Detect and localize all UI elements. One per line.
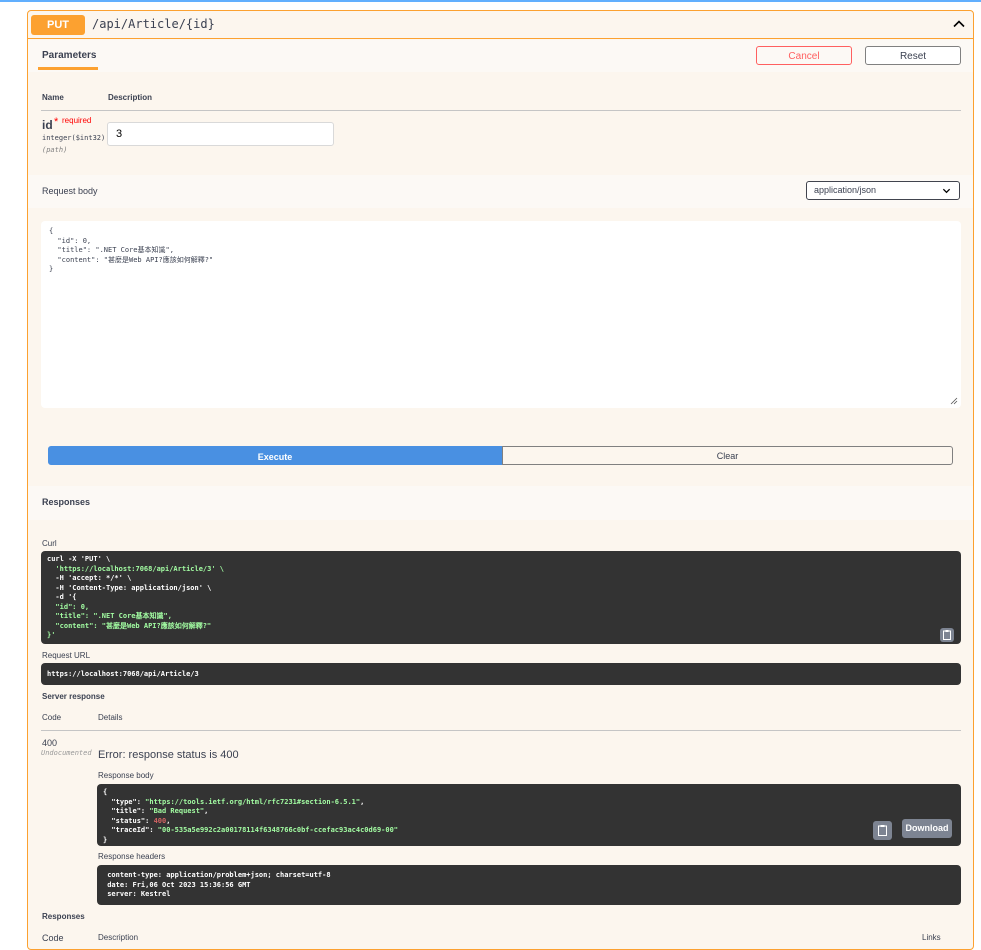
param-type: integer($int32) xyxy=(42,134,106,142)
json-value: "https://tools.ietf.org/html/rfc7231#sec… xyxy=(145,797,361,806)
required-star: * xyxy=(54,116,59,128)
error-message: Error: response status is 400 xyxy=(98,749,239,761)
response-headers-label: Response headers xyxy=(98,852,166,861)
operation-path: /api/Article/{id} xyxy=(92,17,215,31)
undocumented-label: Undocumented xyxy=(41,749,92,757)
col-header-name: Name xyxy=(42,93,64,102)
content-type-select[interactable]: application/json xyxy=(806,181,960,200)
col-header-code: Code xyxy=(42,933,64,943)
header-line: date: Fri,06 Oct 2023 15:36:56 GMT xyxy=(103,880,251,889)
header-line: server: Kestrel xyxy=(103,890,171,898)
json-value: "Bad Request" xyxy=(149,807,205,815)
curl-line: -H 'Content-Type: application/json' \ xyxy=(47,583,212,592)
status-code: 400 xyxy=(42,738,58,748)
col-header-links: Links xyxy=(922,933,941,942)
curl-line: }' xyxy=(47,631,56,639)
operation-block-put: PUT /api/Article/{id} Parameters Cancel … xyxy=(27,10,974,950)
body-line: "title": ".NET Core基本知識", xyxy=(49,246,174,254)
chevron-down-icon xyxy=(942,188,951,194)
request-body-label: Request body xyxy=(42,186,98,196)
body-line: } xyxy=(49,265,54,273)
json-value: "00-535a5e992c2a00178114f6348766c0bf-cce… xyxy=(157,826,399,834)
resize-handle-icon[interactable] xyxy=(950,397,958,405)
col-header-code: Code xyxy=(42,713,62,722)
json-value: 400 xyxy=(153,816,167,825)
cancel-button[interactable]: Cancel xyxy=(756,46,852,65)
curl-line: -d '{ xyxy=(47,593,77,601)
execute-button[interactable]: Execute xyxy=(48,446,502,465)
request-body-editor[interactable]: { "id": 0, "title": ".NET Core基本知識", "co… xyxy=(41,221,961,408)
curl-line: "title": ".NET Core基本知識", xyxy=(47,612,172,620)
curl-line: "id": 0, xyxy=(47,602,90,611)
param-name: id xyxy=(42,118,53,132)
method-badge: PUT xyxy=(31,15,85,35)
body-line: "id": 0, xyxy=(49,236,92,245)
response-headers-block[interactable]: content-type: application/problem+json; … xyxy=(97,865,961,905)
clipboard-icon xyxy=(878,825,887,836)
table-divider xyxy=(41,110,961,111)
responses-table-title: Responses xyxy=(42,912,85,921)
curl-line: "content": "甚麼是Web API?應該如何解釋?" xyxy=(47,621,212,630)
reset-button[interactable]: Reset xyxy=(865,46,961,65)
clear-button[interactable]: Clear xyxy=(502,446,953,465)
curl-line: -H 'accept: */*' \ xyxy=(47,574,132,582)
request-url-label: Request URL xyxy=(42,651,91,660)
operation-summary[interactable]: PUT /api/Article/{id} xyxy=(28,11,973,39)
request-url-block[interactable]: https://localhost:7068/api/Article/3 xyxy=(41,663,961,685)
body-line: { xyxy=(49,227,54,235)
col-header-description: Description xyxy=(108,93,153,102)
curl-code-block[interactable]: curl -X 'PUT' \ 'https://localhost:7068/… xyxy=(41,551,961,644)
curl-line: 'https://localhost:7068/api/Article/3' \ xyxy=(47,564,225,573)
body-line: "content": "甚麼是Web API?應該如何解釋?" xyxy=(49,255,214,264)
tab-parameters[interactable]: Parameters xyxy=(42,50,96,61)
server-response-label: Server response xyxy=(42,692,105,701)
responses-title: Responses xyxy=(42,497,91,507)
responses-header xyxy=(28,486,973,520)
download-button[interactable]: Download xyxy=(902,819,952,838)
copy-curl-button[interactable] xyxy=(940,628,954,642)
response-table-divider xyxy=(41,730,961,731)
response-body-block[interactable]: { "type": "https://tools.ietf.org/html/r… xyxy=(97,784,961,846)
param-location: (path) xyxy=(42,146,68,154)
top-divider xyxy=(0,0,981,2)
curl-line: curl -X 'PUT' \ xyxy=(47,555,111,563)
chevron-up-icon[interactable] xyxy=(951,16,967,32)
header-line: content-type: application/problem+json; … xyxy=(103,871,331,879)
curl-label: Curl xyxy=(42,539,57,548)
response-body-label: Response body xyxy=(98,771,154,780)
clipboard-icon xyxy=(943,630,951,640)
required-label: required xyxy=(62,116,92,125)
col-header-details: Details xyxy=(98,713,123,722)
tab-active-indicator xyxy=(38,67,98,70)
copy-response-button[interactable] xyxy=(873,821,892,840)
content-type-value: application/json xyxy=(814,185,877,195)
id-input[interactable]: 3 xyxy=(107,122,334,146)
col-header-description: Description xyxy=(98,933,139,942)
